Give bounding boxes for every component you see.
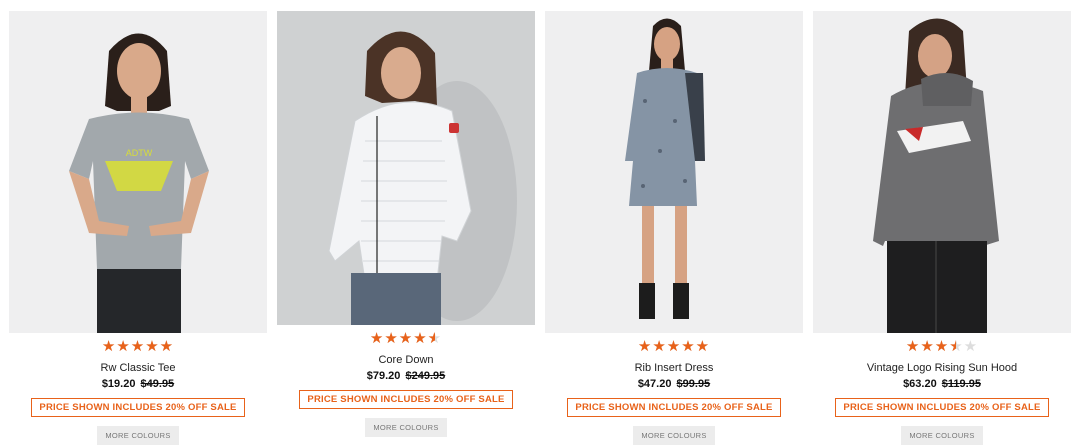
star-icon: ★★ bbox=[101, 338, 117, 355]
product-image[interactable] bbox=[545, 11, 803, 333]
sale-price: $19.20 bbox=[101, 378, 136, 390]
star-icon: ★★ bbox=[920, 338, 935, 355]
star-icon: ★★ bbox=[130, 338, 146, 355]
more-colours-button[interactable]: MORE COLOURS bbox=[901, 426, 983, 445]
product-image[interactable]: ADTW bbox=[9, 11, 267, 333]
star-icon: ★★ bbox=[398, 330, 414, 347]
star-icon: ★★ bbox=[427, 330, 443, 347]
star-icon: ★★ bbox=[963, 338, 979, 355]
star-icon: ★★ bbox=[695, 338, 711, 355]
rating-stars: ★★★★★★★★★★ bbox=[545, 339, 803, 355]
rating-stars: ★★★★★★★★★★ bbox=[277, 331, 535, 347]
promo-badge: PRICE SHOWN INCLUDES 20% OFF SALE bbox=[31, 398, 245, 417]
star-icon: ★★ bbox=[652, 338, 667, 355]
star-icon: ★★ bbox=[116, 338, 131, 355]
promo-badge: PRICE SHOWN INCLUDES 20% OFF SALE bbox=[835, 398, 1049, 417]
star-icon: ★★ bbox=[637, 338, 653, 355]
product-name[interactable]: Vintage Logo Rising Sun Hood bbox=[813, 362, 1071, 374]
rating-stars: ★★★★★★★★★★ bbox=[813, 339, 1071, 355]
product-price: $47.20 $99.95 bbox=[545, 378, 803, 390]
product-card[interactable]: ★ ★ ★ ★ ★ ★ ★ ★ ★ ★ Rib Insert Dress $47.20 $99.9… bbox=[545, 11, 803, 445]
star-icon: ★★ bbox=[905, 338, 921, 355]
original-price: $49.95 bbox=[140, 378, 175, 390]
star-icon: ★★ bbox=[159, 338, 175, 355]
product-card[interactable]: ★★★★★★★★★★ Vintage Logo Rising Sun Hood … bbox=[813, 11, 1071, 445]
product-image[interactable] bbox=[813, 11, 1071, 333]
more-colours-button[interactable]: MORE COLOURS bbox=[365, 418, 447, 437]
product-name[interactable]: Core Down bbox=[277, 354, 535, 366]
product-card[interactable]: ★★★★★★★★★★ Core Down $79.20 $249.95 PRIC… bbox=[277, 11, 535, 437]
star-icon: ★★ bbox=[934, 338, 950, 355]
product-name[interactable]: Rib Insert Dress bbox=[545, 362, 803, 374]
product-card[interactable]: ADTW ★ ★ ★ ★ ★ ★ ★ ★ ★ ★ Rw Classic Tee $19.20 $4… bbox=[9, 11, 267, 445]
sale-price: $63.20 bbox=[903, 378, 937, 390]
sale-price: $47.20 bbox=[637, 378, 672, 390]
product-image[interactable] bbox=[277, 11, 535, 325]
product-price: $79.20 $249.95 bbox=[277, 370, 535, 382]
star-icon: ★★ bbox=[413, 330, 428, 347]
product-name[interactable]: Rw Classic Tee bbox=[9, 362, 267, 374]
star-icon: ★★ bbox=[145, 338, 160, 355]
original-price: $119.95 bbox=[941, 378, 981, 390]
sale-price: $79.20 bbox=[366, 370, 401, 382]
svg-text:ADTW: ADTW bbox=[126, 148, 153, 158]
star-icon: ★★ bbox=[681, 338, 696, 355]
star-icon: ★★ bbox=[666, 338, 682, 355]
original-price: $249.95 bbox=[405, 370, 446, 382]
original-price: $99.95 bbox=[676, 378, 711, 390]
promo-badge: PRICE SHOWN INCLUDES 20% OFF SALE bbox=[299, 390, 513, 409]
more-colours-button[interactable]: MORE COLOURS bbox=[97, 426, 179, 445]
more-colours-button[interactable]: MORE COLOURS bbox=[633, 426, 715, 445]
rating-stars: ★★★★★★★★★★ bbox=[9, 339, 267, 355]
product-price: $63.20 $119.95 bbox=[813, 378, 1071, 390]
star-icon: ★★ bbox=[384, 330, 399, 347]
star-icon: ★★ bbox=[949, 338, 964, 355]
star-icon: ★★ bbox=[369, 330, 385, 347]
product-price: $19.20 $49.95 bbox=[9, 378, 267, 390]
promo-badge: PRICE SHOWN INCLUDES 20% OFF SALE bbox=[567, 398, 781, 417]
